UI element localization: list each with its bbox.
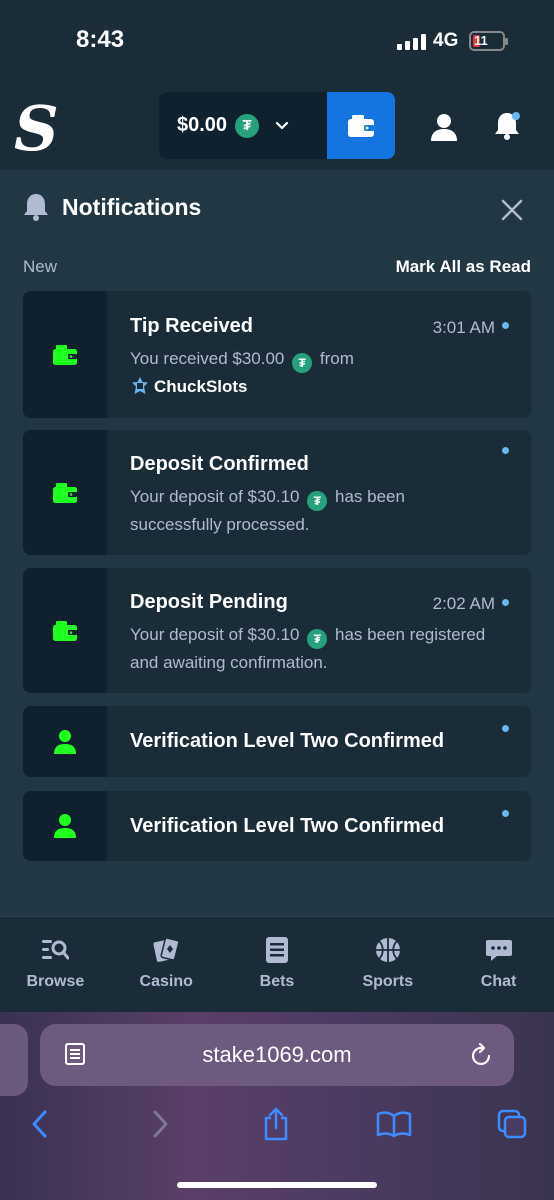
tether-icon: ₮: [307, 629, 328, 649]
notification-icon-area: [23, 568, 107, 693]
notification-title: Verification Level Two Confirmed: [130, 815, 445, 837]
notification-body: Your deposit of $30.10 ₮ has been regist…: [130, 621, 490, 677]
notification-icon-area: [23, 430, 107, 555]
body-prefix: Your deposit of $30.10: [130, 625, 300, 644]
close-icon: [501, 199, 523, 221]
notification-item[interactable]: Deposit Pending 2:02 AM Your deposit of …: [23, 568, 531, 693]
back-button[interactable]: [20, 1104, 60, 1144]
bell-icon: [495, 112, 520, 140]
reload-icon[interactable]: [470, 1042, 494, 1068]
bookmarks-button[interactable]: [374, 1104, 414, 1144]
address-bar[interactable]: stake1069.com: [40, 1024, 514, 1086]
book-icon: [376, 1111, 412, 1138]
signal-strength-icon: [397, 34, 427, 50]
sender-username[interactable]: ChuckSlots: [154, 377, 248, 396]
notification-item[interactable]: Deposit Confirmed Your deposit of $30.10…: [23, 430, 531, 555]
network-type: 4G: [433, 30, 459, 51]
tabs-icon: [497, 1109, 527, 1139]
wallet-icon: [348, 114, 374, 137]
site-header: S $0.00 ₮: [0, 80, 554, 170]
status-time: 8:43: [76, 26, 125, 53]
user-profile-button[interactable]: [424, 108, 464, 148]
panel-title: Notifications: [62, 193, 202, 220]
unread-dot: [502, 725, 509, 732]
home-indicator: [177, 1182, 377, 1188]
wallet-group: $0.00 ₮: [159, 92, 395, 159]
bottom-navigation: Browse Casino Bets Sports Chat: [0, 916, 554, 1012]
previous-tab-preview[interactable]: [0, 1024, 28, 1096]
user-icon: [431, 114, 457, 141]
balance-selector[interactable]: $0.00 ₮: [159, 92, 327, 159]
mark-all-read-button[interactable]: Mark All as Read: [396, 257, 531, 277]
wallet-icon: [53, 482, 77, 503]
nav-label: Sports: [362, 973, 414, 990]
wallet-icon: [53, 620, 77, 641]
notification-title: Tip Received: [130, 315, 254, 337]
vip-badge-icon: [132, 377, 148, 394]
unread-dot: [502, 810, 509, 817]
browse-icon: [42, 940, 70, 960]
nav-label: Chat: [480, 973, 517, 990]
notification-item[interactable]: Verification Level Two Confirmed: [23, 706, 531, 777]
notification-title: Verification Level Two Confirmed: [130, 730, 445, 752]
nav-label: Browse: [26, 973, 85, 990]
notification-item[interactable]: Tip Received 3:01 AM You received $30.00…: [23, 291, 531, 418]
panel-header: Notifications: [22, 192, 201, 222]
notification-icon-area: [23, 791, 107, 861]
notification-body: Your deposit of $30.10 ₮ has been succes…: [130, 483, 490, 539]
notification-icon-area: [23, 706, 107, 777]
nav-sports[interactable]: Sports: [332, 917, 443, 1012]
nav-chat[interactable]: Chat: [443, 917, 554, 1012]
user-icon: [54, 814, 76, 838]
notification-time: 2:02 AM: [432, 594, 495, 613]
nav-casino[interactable]: Casino: [111, 917, 222, 1012]
share-button[interactable]: [256, 1104, 296, 1144]
section-label-new: New: [23, 257, 58, 276]
url-text: stake1069.com: [202, 1042, 352, 1067]
notification-item[interactable]: Verification Level Two Confirmed: [23, 791, 531, 861]
body-prefix: You received $30.00: [130, 349, 285, 368]
unread-dot: [502, 599, 509, 606]
unread-dot: [502, 322, 509, 329]
nav-bets[interactable]: Bets: [222, 917, 333, 1012]
balance-amount: $0.00: [177, 114, 228, 136]
share-icon: [264, 1107, 288, 1141]
wallet-icon: [53, 344, 77, 365]
nav-browse[interactable]: Browse: [0, 917, 111, 1012]
notification-title: Deposit Pending: [130, 591, 288, 613]
battery-level: 11: [474, 33, 488, 48]
tabs-button[interactable]: [492, 1104, 532, 1144]
notifications-button[interactable]: [487, 106, 527, 146]
body-prefix: Your deposit of $30.10: [130, 487, 300, 506]
tether-icon: ₮: [307, 491, 328, 511]
unread-dot: [502, 447, 509, 454]
close-panel-button[interactable]: [498, 196, 526, 224]
notification-icon-area: [23, 291, 107, 418]
tether-icon: ₮: [292, 353, 313, 373]
browser-toolbar: [0, 1100, 554, 1160]
chevron-down-icon: [275, 121, 289, 129]
chevron-right-icon: [153, 1110, 168, 1138]
bets-list-icon: [265, 937, 288, 963]
forward-button[interactable]: [140, 1104, 180, 1144]
notification-time: 3:01 AM: [432, 318, 495, 337]
notification-title: Deposit Confirmed: [130, 453, 309, 475]
browser-chrome: stake1069.com: [0, 1012, 554, 1200]
basketball-icon: [375, 938, 400, 962]
status-bar: 8:43 4G 11: [0, 0, 554, 80]
notifications-panel: Notifications New Mark All as Read Tip R…: [0, 170, 554, 916]
chat-icon: [485, 940, 512, 961]
bell-icon: [24, 194, 48, 221]
wallet-button[interactable]: [327, 92, 395, 159]
body-suffix: from: [319, 349, 354, 368]
battery-icon: 11: [469, 31, 508, 51]
nav-label: Casino: [139, 973, 193, 990]
notification-body: You received $30.00 ₮ from ChuckSlots: [130, 345, 490, 401]
user-icon: [54, 729, 76, 754]
tether-icon: ₮: [235, 113, 260, 138]
casino-cards-icon: [153, 937, 180, 962]
stake-logo[interactable]: S: [14, 92, 59, 165]
nav-label: Bets: [259, 973, 295, 990]
chevron-left-icon: [32, 1110, 47, 1138]
